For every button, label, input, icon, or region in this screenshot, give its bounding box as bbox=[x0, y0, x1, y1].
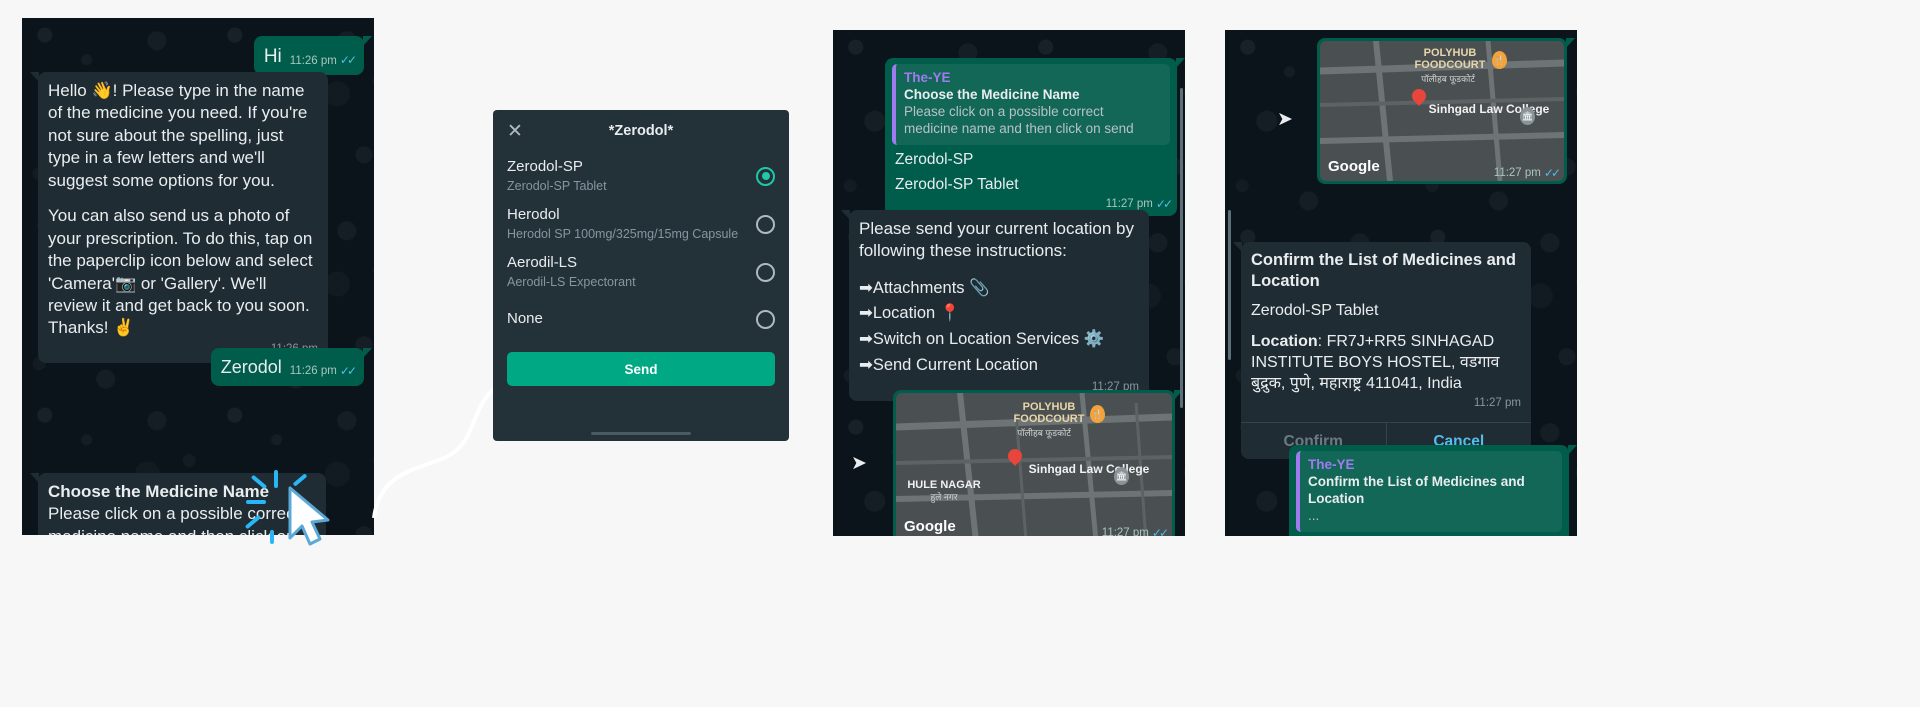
instruction-item: ➡Attachments 📎 bbox=[859, 278, 990, 297]
option-sub: Aerodil-LS Expectorant bbox=[507, 275, 636, 289]
read-receipt-icon: ✓✓ bbox=[1151, 526, 1169, 536]
map-label: पॉलीहब फूडकोर्ट bbox=[1421, 74, 1475, 84]
reply-line-1: Zerodol-SP bbox=[895, 150, 974, 168]
map-label: हुले नगर bbox=[930, 492, 958, 502]
read-receipt-icon: ✓✓ bbox=[1155, 196, 1173, 211]
dialog-option-row[interactable]: None bbox=[493, 296, 789, 342]
poi-generic-icon: 🏛 bbox=[1520, 107, 1535, 125]
chat-panel-1: Hi 11:26 pm ✓✓ Hello 👋! Please type in t… bbox=[22, 18, 374, 535]
message-bubble-greeting[interactable]: Hello 👋! Please type in the name of the … bbox=[30, 72, 328, 363]
confirm-card-location-label: Location bbox=[1251, 333, 1318, 351]
instruction-item: ➡Location 📍 bbox=[859, 304, 961, 323]
map-thumbnail[interactable]: POLYHUB FOODCOURT पॉलीहब फूडकोर्ट Sinhga… bbox=[1320, 41, 1564, 181]
medicine-selection-dialog: ✕ *Zerodol* Zerodol-SP Zerodol-SP Tablet… bbox=[493, 110, 789, 441]
dialog-option-row[interactable]: Zerodol-SP Zerodol-SP Tablet bbox=[493, 152, 789, 200]
poi-restaurant-icon: 🍴 bbox=[1090, 405, 1105, 423]
quote-body: Please click on a possible correct medic… bbox=[904, 103, 1134, 136]
radio-button[interactable] bbox=[756, 262, 775, 282]
message-bubble-zerodol[interactable]: Zerodol 11:26 pm ✓✓ bbox=[210, 348, 373, 386]
message-time: 11:26 pm bbox=[289, 54, 337, 67]
option-name: Herodol bbox=[507, 206, 560, 223]
chat-panel-3: The-YE Choose the Medicine Name Please c… bbox=[833, 30, 1185, 536]
message-bubble-hi[interactable]: Hi 11:26 pm ✓✓ bbox=[253, 36, 373, 76]
option-sub: Herodol SP 100mg/325mg/15mg Capsule bbox=[507, 227, 739, 241]
greeting-paragraph-1: Hello 👋! Please type in the name of the … bbox=[48, 81, 308, 190]
instruction-item: ➡Switch on Location Services ⚙️ bbox=[859, 330, 1105, 348]
message-time: 11:27 pm bbox=[1493, 167, 1541, 179]
map-label: पॉलीहब फूडकोर्ट bbox=[1017, 428, 1071, 438]
map-thumbnail[interactable]: POLYHUB FOODCOURT पॉलीहब फूडकोर्ट Sinhga… bbox=[896, 393, 1172, 536]
message-bubble-confirm-card[interactable]: Confirm the List of Medicines and Locati… bbox=[1233, 242, 1531, 460]
scrollbar[interactable] bbox=[1228, 210, 1231, 360]
chat-panel-4: ➤ POLYHUB FOODCOURT पॉलीहब फूडकोर्ट Sinh… bbox=[1225, 30, 1577, 536]
message-bubble-location-map[interactable]: ➤ POLYHUB FOODCOURT पॉलीहब फूडकोर्ट Sinh… bbox=[1277, 38, 1575, 184]
message-meta: 11:27 pm ✓✓ bbox=[1493, 166, 1561, 180]
option-name: None bbox=[507, 310, 543, 327]
quote-title: Choose the Medicine Name bbox=[904, 87, 1080, 102]
quote-sender-name: The-YE bbox=[1308, 457, 1355, 472]
mouse-cursor-icon bbox=[288, 486, 330, 546]
poi-restaurant-icon: 🍴 bbox=[1492, 51, 1507, 69]
radio-button[interactable] bbox=[756, 166, 775, 186]
reply-line-1: Confirm bbox=[1296, 532, 1562, 536]
reply-line-2: Zerodol-SP Tablet bbox=[895, 175, 1019, 193]
dialog-option-row[interactable]: Herodol Herodol SP 100mg/325mg/15mg Caps… bbox=[493, 200, 789, 248]
message-bubble-location-instructions[interactable]: Please send your current location by fol… bbox=[841, 210, 1149, 402]
read-receipt-icon: ✓✓ bbox=[339, 53, 357, 68]
greeting-paragraph-2: You can also send us a photo of your pre… bbox=[48, 206, 313, 338]
message-text: Zerodol bbox=[220, 357, 282, 377]
confirm-card-title: Confirm the List of Medicines and Locati… bbox=[1251, 251, 1516, 290]
confirm-card-medicine: Zerodol-SP Tablet bbox=[1251, 302, 1379, 320]
share-icon[interactable]: ➤ bbox=[1277, 108, 1293, 131]
map-label: POLYHUB FOODCOURT bbox=[1013, 401, 1085, 426]
quoted-message[interactable]: The-YE Choose the Medicine Name Please c… bbox=[892, 64, 1170, 145]
radio-button[interactable] bbox=[756, 214, 775, 234]
message-time: 11:27 pm bbox=[1105, 197, 1153, 210]
message-bubble-confirm-reply[interactable]: The-YE Confirm the List of Medicines and… bbox=[1289, 445, 1577, 536]
quote-body: ... bbox=[1308, 507, 1320, 523]
quote-sender-name: The-YE bbox=[904, 70, 951, 85]
message-bubble-medicine-reply[interactable]: The-YE Choose the Medicine Name Please c… bbox=[885, 58, 1185, 216]
message-meta: 11:27 pm ✓✓ bbox=[1101, 526, 1169, 536]
read-receipt-icon: ✓✓ bbox=[1543, 166, 1561, 180]
dialog-title: *Zerodol* bbox=[608, 123, 674, 139]
message-bubble-location-map[interactable]: ➤ POLYHUB FOODCOURT पॉलीहब फूडकोर्ट Sinh… bbox=[851, 390, 1183, 536]
message-time: 11:27 pm bbox=[1101, 527, 1149, 536]
map-label: Sinhgad Law College bbox=[1028, 462, 1150, 476]
map-label: POLYHUB FOODCOURT bbox=[1414, 47, 1486, 72]
map-label: HULE NAGAR bbox=[907, 479, 981, 491]
close-icon[interactable]: ✕ bbox=[507, 122, 529, 141]
option-name: Zerodol-SP bbox=[507, 158, 583, 175]
google-logo: Google bbox=[904, 518, 956, 535]
quoted-message[interactable]: The-YE Confirm the List of Medicines and… bbox=[1296, 451, 1562, 532]
scrollbar[interactable] bbox=[1180, 88, 1183, 408]
dialog-header: ✕ *Zerodol* bbox=[493, 110, 789, 152]
message-time: 11:27 pm bbox=[1473, 397, 1521, 410]
option-name: Aerodil-LS bbox=[507, 254, 578, 271]
dialog-option-row[interactable]: Aerodil-LS Aerodil-LS Expectorant bbox=[493, 248, 789, 296]
radio-button[interactable] bbox=[756, 309, 775, 329]
screenshot-root: Hi 11:26 pm ✓✓ Hello 👋! Please type in t… bbox=[0, 0, 1920, 707]
poi-generic-icon: 🏛 bbox=[1114, 467, 1129, 485]
instructions-list: ➡Attachments 📎 ➡Location 📍 ➡Switch on Lo… bbox=[859, 276, 1139, 378]
option-sub: Zerodol-SP Tablet bbox=[507, 179, 607, 193]
message-text: Hi bbox=[263, 46, 282, 67]
bottom-sheet-handle bbox=[591, 431, 691, 435]
quote-title: Confirm the List of Medicines and Locati… bbox=[1308, 474, 1525, 506]
send-button[interactable]: Send bbox=[507, 352, 775, 386]
message-time: 11:26 pm bbox=[289, 365, 337, 378]
google-logo: Google bbox=[1328, 158, 1380, 175]
read-receipt-icon: ✓✓ bbox=[339, 363, 357, 378]
instructions-intro: Please send your current location by fol… bbox=[859, 219, 1134, 261]
share-icon[interactable]: ➤ bbox=[851, 452, 867, 475]
instruction-item: ➡Send Current Location bbox=[859, 355, 1038, 374]
